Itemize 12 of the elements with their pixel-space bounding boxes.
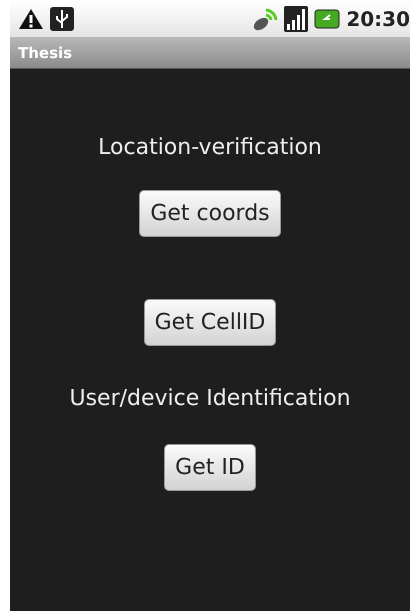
satellite-icon	[252, 6, 278, 30]
app-title: Thesis	[18, 44, 72, 62]
action-button[interactable]: Get CellID	[144, 299, 276, 346]
signal-icon	[284, 6, 308, 32]
warning-icon	[18, 8, 44, 30]
section-label: User/device Identification	[69, 386, 351, 411]
clock-time: 20:30	[346, 6, 410, 30]
action-button[interactable]: Get ID	[164, 444, 256, 491]
usb-icon	[50, 6, 74, 30]
action-button[interactable]: Get coords	[139, 190, 281, 237]
battery-icon	[314, 8, 340, 28]
section-label: Location-verification	[98, 135, 322, 160]
